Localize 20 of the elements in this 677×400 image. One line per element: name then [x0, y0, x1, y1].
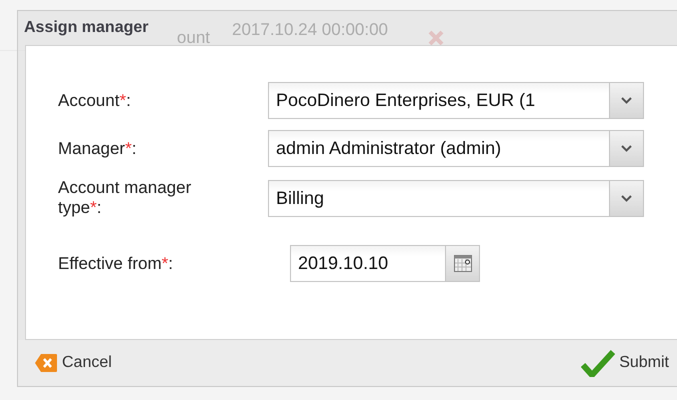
field-label: Account*:: [58, 90, 132, 110]
dialog-title: Assign manager: [24, 19, 148, 37]
submit-button[interactable]: Submit: [579, 347, 671, 379]
caret-icon: [621, 97, 632, 104]
dropdown-field[interactable]: Billing: [268, 180, 644, 216]
dropdown-field[interactable]: admin Administrator (admin): [268, 130, 644, 167]
field-label: Effective from*:: [58, 254, 174, 274]
field-label: Manager*:: [58, 138, 138, 158]
background-label: ount: [176, 28, 210, 48]
close-icon: [34, 353, 58, 373]
date-field[interactable]: 2019.10.10: [290, 245, 480, 282]
field-label: Account manager type*:: [58, 178, 192, 218]
calendar-icon: [454, 255, 472, 272]
caret-icon: [621, 194, 632, 202]
background-date: 2017.10.24 00:00:00: [232, 20, 389, 40]
cancel-button[interactable]: Cancel: [32, 347, 114, 379]
delete-icon: [426, 28, 446, 48]
dropdown-field[interactable]: PocoDinero Enterprises, EUR (1: [268, 82, 644, 119]
checkmark-icon: [581, 349, 616, 377]
caret-icon: [621, 145, 632, 152]
